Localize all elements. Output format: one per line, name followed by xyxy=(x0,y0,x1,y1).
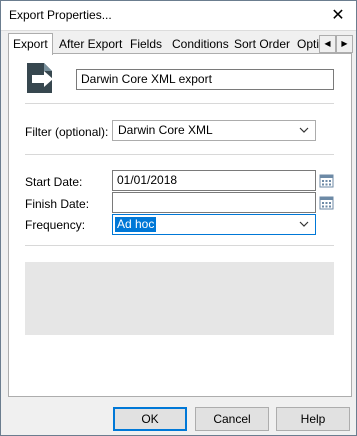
divider xyxy=(25,103,334,104)
export-properties-dialog: Export Properties... ✕ Export After Expo… xyxy=(0,0,357,436)
tab-conditions[interactable]: Conditions xyxy=(168,35,233,54)
filter-label: Filter (optional): xyxy=(25,125,109,139)
frequency-dropdown[interactable]: Ad hoc xyxy=(112,214,316,235)
frequency-label: Frequency: xyxy=(25,218,86,232)
export-icon xyxy=(27,63,53,93)
filter-dropdown[interactable]: Darwin Core XML xyxy=(112,120,316,141)
chevron-left-icon[interactable]: ◀ xyxy=(319,35,336,53)
chevron-right-icon[interactable]: ▶ xyxy=(336,35,353,53)
cancel-button[interactable]: Cancel xyxy=(195,407,269,431)
tab-after-export[interactable]: After Export xyxy=(55,35,126,54)
calendar-icon[interactable] xyxy=(319,195,334,210)
title-bar: Export Properties... ✕ xyxy=(1,1,356,31)
divider xyxy=(25,245,334,246)
window-title: Export Properties... xyxy=(9,8,112,22)
frequency-value: Ad hoc xyxy=(115,217,157,232)
export-tab-panel: Darwin Core XML export Filter (optional)… xyxy=(8,53,352,397)
start-date-input[interactable]: 01/01/2018 xyxy=(112,170,316,191)
chevron-down-icon xyxy=(299,221,309,227)
close-icon[interactable]: ✕ xyxy=(326,5,350,27)
start-date-label: Start Date: xyxy=(25,175,83,189)
tab-sort-order[interactable]: Sort Order xyxy=(230,35,294,54)
info-area xyxy=(25,262,334,335)
tab-strip: Export After Export Fields Conditions So… xyxy=(8,33,353,55)
export-name-input[interactable]: Darwin Core XML export xyxy=(76,69,334,90)
filter-value: Darwin Core XML xyxy=(118,123,213,137)
ok-button[interactable]: OK xyxy=(113,407,187,431)
divider xyxy=(25,154,334,155)
tab-export[interactable]: Export xyxy=(8,33,53,55)
finish-date-label: Finish Date: xyxy=(25,197,90,211)
calendar-icon[interactable] xyxy=(319,173,334,188)
chevron-down-icon xyxy=(299,127,309,133)
help-button[interactable]: Help xyxy=(276,407,350,431)
tab-fields[interactable]: Fields xyxy=(126,35,166,54)
finish-date-input[interactable] xyxy=(112,192,316,213)
tab-scroll-buttons: ◀ ▶ xyxy=(319,35,353,53)
